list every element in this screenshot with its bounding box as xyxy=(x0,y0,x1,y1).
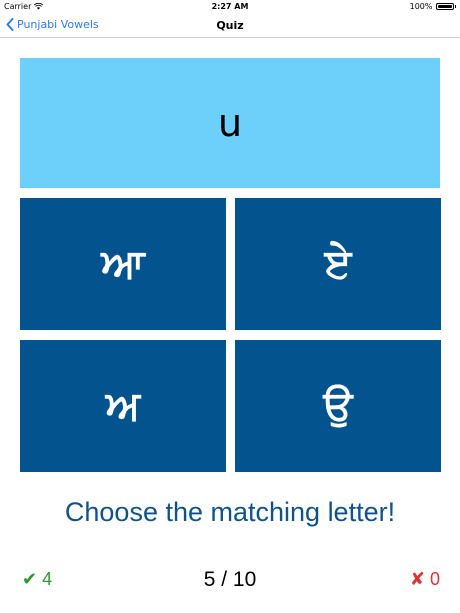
instruction-text: Choose the matching letter! xyxy=(64,497,396,527)
progress-counter: 5 / 10 xyxy=(203,568,257,591)
wrong-count: 0 xyxy=(429,569,440,589)
status-bar: Carrier 2:27 AM 100% xyxy=(0,0,460,14)
battery-nub xyxy=(454,5,456,8)
cross-icon: ✘ xyxy=(409,569,425,589)
navigation-bar: Punjabi Vowels Quiz xyxy=(0,14,460,38)
page-title: Quiz xyxy=(216,19,244,32)
answer-option-4[interactable]: ਉ xyxy=(235,340,441,472)
answer-option-1[interactable]: ਆ xyxy=(20,198,226,330)
answer-option-4-label: ਉ xyxy=(323,383,353,429)
answer-option-2-label: ਏ xyxy=(324,241,352,287)
prompt-card: u xyxy=(20,58,440,188)
battery-fill xyxy=(437,5,452,8)
answer-option-1-label: ਆ xyxy=(101,241,145,287)
answer-option-3[interactable]: ਅ xyxy=(20,340,226,472)
prompt-letter: u xyxy=(217,101,243,145)
battery-icon xyxy=(435,3,454,10)
battery-percent: 100% xyxy=(409,2,433,11)
answer-option-2[interactable]: ਏ xyxy=(235,198,441,330)
wrong-score: ✘ 0 xyxy=(410,569,440,590)
status-time: 2:27 AM xyxy=(211,2,249,11)
status-right: 100% xyxy=(410,2,456,11)
answer-option-3-label: ਅ xyxy=(105,383,141,429)
